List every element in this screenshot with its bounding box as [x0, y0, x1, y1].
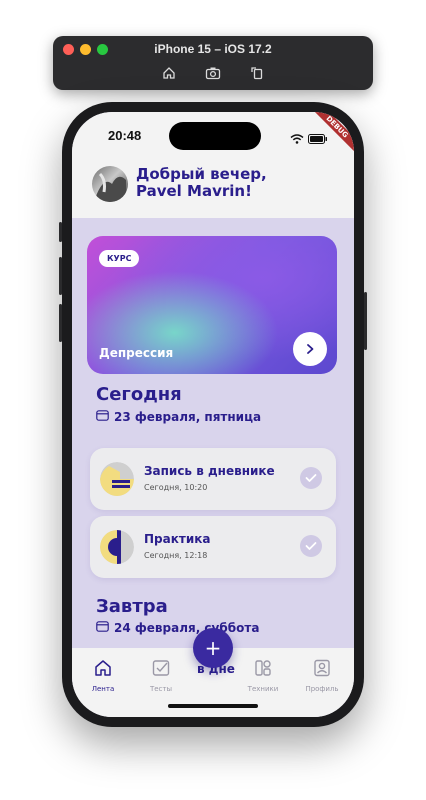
greeting-line-1: Добрый вечер,: [136, 165, 267, 183]
tab-techniques[interactable]: Техники: [238, 658, 288, 693]
tab-label: Техники: [247, 685, 279, 693]
check-icon[interactable]: [300, 467, 322, 489]
course-open-button[interactable]: [293, 332, 327, 366]
entry-subtitle: Сегодня, 10:20: [144, 483, 208, 492]
practice-entry-card[interactable]: Практика Сегодня, 12:18: [90, 516, 336, 578]
greeting-text: Добрый вечер, Pavel Mavrin!: [136, 166, 267, 200]
course-title: Депрессия: [99, 346, 174, 360]
tomorrow-date-text: 24 февраля, суббота: [114, 620, 260, 635]
tab-tests[interactable]: Тесты: [136, 658, 186, 693]
today-date: 23 февраля, пятница: [96, 409, 261, 424]
today-title: Сегодня: [96, 384, 182, 405]
today-date-text: 23 февраля, пятница: [114, 409, 262, 424]
diary-entry-card[interactable]: Запись в дневнике Сегодня, 10:20: [90, 448, 336, 510]
calendar-icon: [96, 409, 109, 424]
volume-up-button: [59, 257, 62, 295]
home-icon: [93, 658, 113, 682]
profile-icon: [312, 658, 332, 682]
app-screen: 20:48 DEBUG Добрый вечер, Pavel Mavrin!: [72, 112, 354, 717]
entry-title: Запись в дневнике: [144, 464, 275, 478]
home-indicator[interactable]: [168, 704, 258, 708]
tab-feed[interactable]: Лента: [78, 658, 128, 693]
battery-icon: [308, 129, 328, 148]
simulator-title: iPhone 15 – iOS 17.2: [154, 42, 272, 56]
tab-label: Профиль: [305, 685, 339, 693]
status-time: 20:48: [108, 128, 142, 143]
tab-label: Тесты: [149, 685, 173, 693]
tab-label: Лента: [91, 685, 115, 693]
iphone-device-frame: 20:48 DEBUG Добрый вечер, Pavel Mavrin!: [59, 102, 367, 727]
action-button: [59, 222, 62, 242]
greeting-header: Добрый вечер, Pavel Mavrin!: [72, 160, 354, 218]
course-badge: КУРС: [99, 250, 140, 267]
chevron-right-icon: [304, 340, 316, 359]
status-bar: 20:48 DEBUG: [72, 112, 354, 160]
avatar[interactable]: [92, 166, 128, 202]
wifi-icon: [290, 129, 304, 148]
calendar-icon: [96, 620, 109, 635]
volume-down-button: [59, 304, 62, 342]
add-button[interactable]: +: [193, 628, 233, 668]
tomorrow-date: 24 февраля, суббота: [96, 620, 259, 635]
simulator-toolbar: iPhone 15 – iOS 17.2: [53, 36, 373, 90]
diary-icon: [100, 462, 134, 496]
entry-title: Практика: [144, 532, 211, 546]
rotate-icon[interactable]: [248, 64, 266, 82]
side-button: [364, 292, 367, 350]
feed-content: КУРС Депрессия Сегодня 23 февраля, пятни…: [72, 218, 354, 648]
practice-icon: [100, 530, 134, 564]
check-icon[interactable]: [300, 535, 322, 557]
tests-icon: [151, 658, 171, 682]
screenshot-icon[interactable]: [204, 64, 222, 82]
dynamic-island: [169, 122, 261, 150]
user-name: Pavel Mavrin!: [136, 182, 252, 200]
entry-subtitle: Сегодня, 12:18: [144, 551, 208, 560]
tab-profile[interactable]: Профиль: [297, 658, 347, 693]
home-icon[interactable]: [160, 64, 178, 82]
tomorrow-title: Завтра: [96, 596, 168, 617]
techniques-icon: [253, 658, 273, 682]
course-card[interactable]: КУРС Депрессия: [87, 236, 337, 374]
